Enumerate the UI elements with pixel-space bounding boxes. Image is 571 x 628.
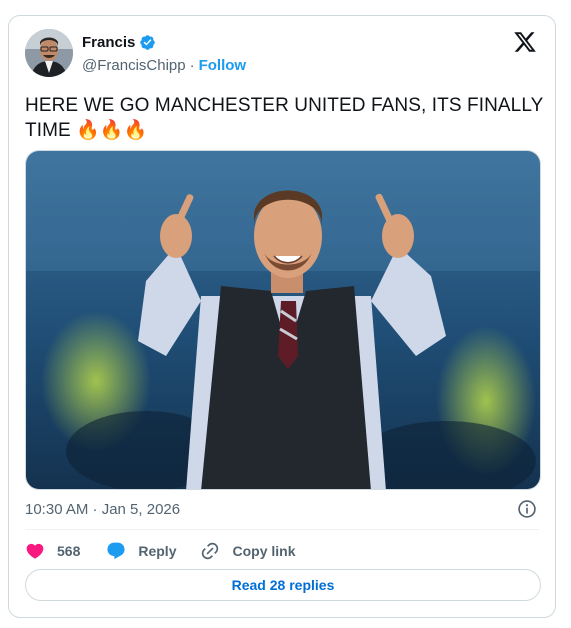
like-count: 568 [57,543,81,559]
info-icon[interactable] [517,499,537,519]
author-name-row[interactable]: Francis [82,34,156,51]
tweet-text: HERE WE GO MANCHESTER UNITED FANS, ITS F… [25,95,544,141]
avatar-image [25,29,73,77]
tweet-actions: 568 Reply Copy link [25,540,296,562]
divider [25,529,539,530]
separator-dot: · [189,57,195,74]
reply-label: Reply [138,543,177,559]
reply-bubble-icon [107,542,125,560]
tweet-timestamp[interactable]: 10:30 AM · Jan 5, 2026 [25,501,180,518]
author-handle[interactable]: @FrancisChipp [82,57,186,74]
link-icon [202,542,219,560]
tweet-photo[interactable] [25,150,541,490]
author-name[interactable]: Francis [82,34,135,51]
reply-button[interactable]: Reply [106,541,176,561]
read-replies-button[interactable]: Read 28 replies [25,569,541,601]
x-logo-icon[interactable] [513,30,537,54]
tweet-embed-card: Francis @FrancisChipp · Follow HERE WE GO … [8,15,556,618]
copy-link-label: Copy link [232,543,296,559]
follow-button[interactable]: Follow [199,57,247,74]
author-handle-row: @FrancisChipp · Follow [82,57,246,74]
like-button[interactable]: 568 [25,541,80,561]
copy-link-button[interactable]: Copy link [200,541,296,561]
heart-icon [26,543,44,559]
photo-image [26,151,540,489]
verified-badge-icon [139,34,156,51]
author-avatar[interactable] [25,29,73,77]
